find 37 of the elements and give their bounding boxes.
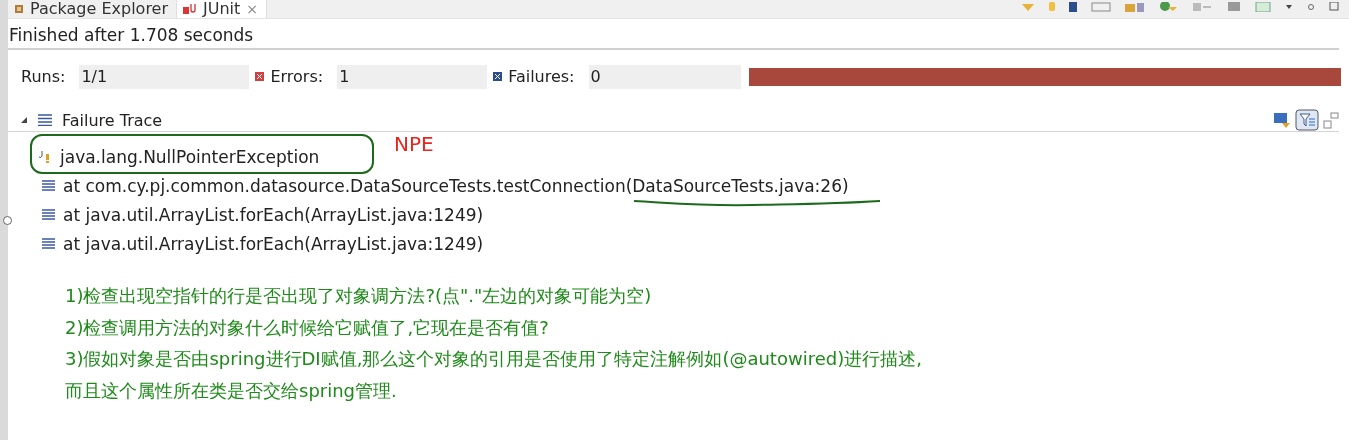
trace-line[interactable]: java.lang.NullPointerException <box>60 146 320 167</box>
note-text: 2)检查调用方法的对象什么时候给它赋值了,它现在是否有值? <box>65 315 550 340</box>
package-icon <box>14 4 24 14</box>
failure-icon <box>493 72 503 81</box>
view-tab[interactable]: JUnit × <box>176 0 268 18</box>
junit-error-icon <box>183 3 198 15</box>
maximize-icon[interactable] <box>1329 2 1339 12</box>
trace-line[interactable]: at java.util.ArrayList.forEach(ArrayList.java:1249) <box>63 204 484 225</box>
stack-frame-icon <box>42 180 55 191</box>
counter-label: Runs: <box>21 67 66 86</box>
note-text: 1)检查出现空指针的行是否出现了对象调方法?(点"."左边的对象可能为空) <box>65 284 653 308</box>
stack-icon <box>38 114 52 126</box>
trace-line[interactable]: at com.cy.pj.common.datasource.DataSourceTests.testConnection(DataSourceTests.java:26) <box>63 175 849 196</box>
stack-frame-icon <box>42 209 55 220</box>
expand-triangle-icon[interactable] <box>20 116 28 124</box>
compare-icon[interactable] <box>1273 111 1291 129</box>
note-text: 3)假如对象是否由spring进行DI赋值,那么这个对象的引用是否使用了特定注解例如(@autowired)进行描述, <box>65 347 923 371</box>
minimize-icon[interactable] <box>1307 2 1315 12</box>
section-title: Failure Trace <box>62 110 163 130</box>
error-icon <box>255 72 265 81</box>
counter-label: Failures: <box>508 67 575 86</box>
note-text: 而且这个属性所在类是否交给spring管理. <box>65 378 398 403</box>
status-text: Finished after 1.708 seconds <box>8 19 1339 50</box>
counter-value: 1 <box>337 64 488 89</box>
sash-handle[interactable] <box>3 216 12 225</box>
layout-icon[interactable] <box>1323 111 1339 129</box>
filter-icon[interactable] <box>1295 109 1319 131</box>
exception-icon <box>38 149 52 164</box>
view-tab[interactable]: Package Explorer <box>8 0 177 18</box>
bar-icon[interactable] <box>1049 2 1055 12</box>
counter-label: Errors: <box>270 67 324 86</box>
counter-value: 1/1 <box>79 64 250 89</box>
trace-line[interactable]: at java.util.ArrayList.forEach(ArrayList.java:1249) <box>63 233 484 254</box>
stack-frame-icon <box>42 238 55 249</box>
annotation-label: NPE <box>394 132 434 156</box>
counter-value: 0 <box>588 64 741 89</box>
close-icon[interactable]: × <box>246 0 259 18</box>
